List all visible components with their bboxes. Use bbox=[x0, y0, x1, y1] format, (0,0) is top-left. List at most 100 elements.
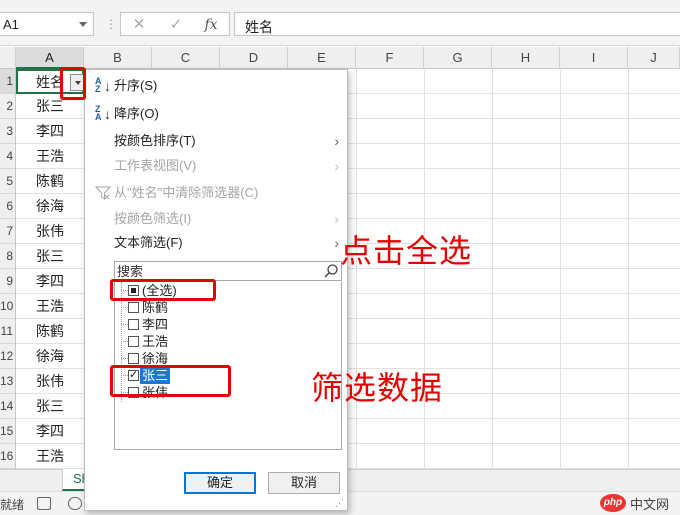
clear-filter-item[interactable]: 从"姓名"中清除筛选器(C) bbox=[85, 182, 347, 204]
menu-item-label: 降序(O) bbox=[114, 106, 159, 121]
tree-line bbox=[121, 307, 128, 308]
filter-by-color-item[interactable]: 按颜色筛选(I) › bbox=[85, 208, 347, 230]
row-header[interactable]: 2 bbox=[0, 94, 15, 119]
sort-ascending-item[interactable]: A Z ↓ 升序(S) bbox=[85, 75, 347, 97]
filter-search-input[interactable] bbox=[115, 262, 315, 280]
row-header[interactable]: 10 bbox=[0, 294, 15, 319]
menu-item-label: 按颜色筛选(I) bbox=[114, 211, 192, 226]
tree-line bbox=[121, 341, 128, 342]
formula-input[interactable]: 姓名 bbox=[234, 12, 680, 36]
tree-line bbox=[121, 324, 128, 325]
value-checkbox[interactable] bbox=[128, 336, 139, 347]
chevron-down-icon[interactable] bbox=[79, 22, 87, 27]
table-cell[interactable]: 王浩 bbox=[16, 294, 84, 319]
status-ready: 就绪 bbox=[0, 498, 25, 512]
cancel-icon[interactable]: ✕ bbox=[129, 16, 149, 34]
menu-item-label: 按颜色排序(T) bbox=[114, 133, 196, 148]
column-header-j[interactable]: J bbox=[628, 47, 680, 69]
row-header[interactable]: 3 bbox=[0, 119, 15, 144]
sort-icon-letter: A bbox=[95, 112, 102, 122]
column-header-a[interactable]: A bbox=[16, 47, 84, 69]
column-header-f[interactable]: F bbox=[356, 47, 424, 69]
name-box[interactable]: A1 bbox=[0, 12, 94, 36]
table-cell[interactable]: 李四 bbox=[16, 119, 84, 144]
cancel-button[interactable]: 取消 bbox=[268, 472, 340, 494]
table-cell[interactable]: 张三 bbox=[16, 244, 84, 269]
row-headers: 1 2 3 4 5 6 7 8 9 10 11 12 13 14 15 16 bbox=[0, 69, 16, 469]
table-cell[interactable]: 王浩 bbox=[16, 444, 84, 469]
value-checkbox[interactable] bbox=[128, 319, 139, 330]
table-cell[interactable]: 张伟 bbox=[16, 219, 84, 244]
insert-function-button[interactable]: fx bbox=[201, 16, 221, 34]
select-all-corner[interactable] bbox=[0, 47, 16, 69]
column-header-i[interactable]: I bbox=[560, 47, 628, 69]
sort-icon-arrow: ↓ bbox=[104, 106, 111, 122]
table-cell[interactable]: 徐海 bbox=[16, 194, 84, 219]
accessibility-icon[interactable] bbox=[68, 497, 82, 510]
annotation-filter-data: 筛选数据 bbox=[311, 369, 444, 407]
ok-button[interactable]: 确定 bbox=[184, 472, 256, 494]
row-header[interactable]: 5 bbox=[0, 169, 15, 194]
formula-buttons: ✕ ✓ fx bbox=[120, 12, 230, 36]
table-cell[interactable]: 陈鹤 bbox=[16, 169, 84, 194]
column-header-c[interactable]: C bbox=[152, 47, 220, 69]
table-cell[interactable]: 李四 bbox=[16, 419, 84, 444]
table-cell[interactable]: 张伟 bbox=[16, 369, 84, 394]
column-header-b[interactable]: B bbox=[84, 47, 152, 69]
sheet-view-item[interactable]: 工作表视图(V) › bbox=[85, 155, 347, 177]
text-filter-item[interactable]: 文本筛选(F) › bbox=[85, 232, 347, 254]
grid-line bbox=[492, 69, 493, 469]
tree-line bbox=[121, 358, 128, 359]
column-header-e[interactable]: E bbox=[288, 47, 356, 69]
filter-search-box bbox=[114, 261, 342, 281]
menu-item-label: 升序(S) bbox=[114, 78, 158, 93]
row-header[interactable]: 15 bbox=[0, 419, 15, 444]
row-header[interactable]: 1 bbox=[0, 69, 15, 94]
sort-descending-icon: Z A ↓ bbox=[95, 105, 111, 123]
list-item-label: 王浩 bbox=[142, 334, 169, 349]
row-header[interactable]: 11 bbox=[0, 319, 15, 344]
table-cell[interactable]: 徐海 bbox=[16, 344, 84, 369]
row-header[interactable]: 13 bbox=[0, 369, 15, 394]
row-header[interactable]: 8 bbox=[0, 244, 15, 269]
watermark-logo: php 中文网 bbox=[600, 493, 669, 513]
list-item[interactable]: 王浩 bbox=[115, 333, 341, 350]
sort-by-color-item[interactable]: 按颜色排序(T) › bbox=[85, 130, 347, 152]
menu-item-label: 工作表视图(V) bbox=[114, 158, 197, 173]
grid-line bbox=[560, 69, 561, 469]
enter-icon[interactable]: ✓ bbox=[166, 16, 186, 34]
row-header[interactable]: 12 bbox=[0, 344, 15, 369]
annotation-select-all: 点击全选 bbox=[340, 232, 473, 270]
column-header-h[interactable]: H bbox=[492, 47, 560, 69]
sort-ascending-icon: A Z ↓ bbox=[95, 77, 111, 95]
table-cell[interactable]: 陈鹤 bbox=[16, 319, 84, 344]
row-header[interactable]: 7 bbox=[0, 219, 15, 244]
table-cell[interactable]: 李四 bbox=[16, 269, 84, 294]
macro-record-icon[interactable] bbox=[37, 497, 51, 510]
column-header-g[interactable]: G bbox=[424, 47, 492, 69]
list-item[interactable]: 陈鹤 bbox=[115, 299, 341, 316]
value-checkbox[interactable] bbox=[128, 353, 139, 364]
list-item-label: 陈鹤 bbox=[142, 300, 169, 315]
column-headers: A B C D E F G H I J bbox=[0, 47, 680, 69]
list-item[interactable]: 李四 bbox=[115, 316, 341, 333]
row-header[interactable]: 9 bbox=[0, 269, 15, 294]
row-header[interactable]: 14 bbox=[0, 394, 15, 419]
sort-descending-item[interactable]: Z A ↓ 降序(O) bbox=[85, 103, 347, 125]
chevron-right-icon: › bbox=[334, 158, 339, 174]
clear-filter-icon bbox=[95, 186, 111, 200]
resize-grip-icon[interactable]: ⋰ bbox=[335, 498, 345, 508]
chevron-right-icon: › bbox=[334, 235, 339, 251]
row-header[interactable]: 4 bbox=[0, 144, 15, 169]
row-header[interactable]: 16 bbox=[0, 444, 15, 469]
sort-icon-letter: Z bbox=[95, 84, 101, 94]
sort-icon-arrow: ↓ bbox=[104, 78, 111, 94]
row-header[interactable]: 6 bbox=[0, 194, 15, 219]
chevron-right-icon: › bbox=[334, 133, 339, 149]
value-checkbox[interactable] bbox=[128, 302, 139, 313]
column-header-d[interactable]: D bbox=[220, 47, 288, 69]
table-cell[interactable]: 张三 bbox=[16, 394, 84, 419]
name-box-value: A1 bbox=[3, 17, 19, 32]
table-cell[interactable]: 王浩 bbox=[16, 144, 84, 169]
search-icon[interactable] bbox=[323, 263, 339, 279]
